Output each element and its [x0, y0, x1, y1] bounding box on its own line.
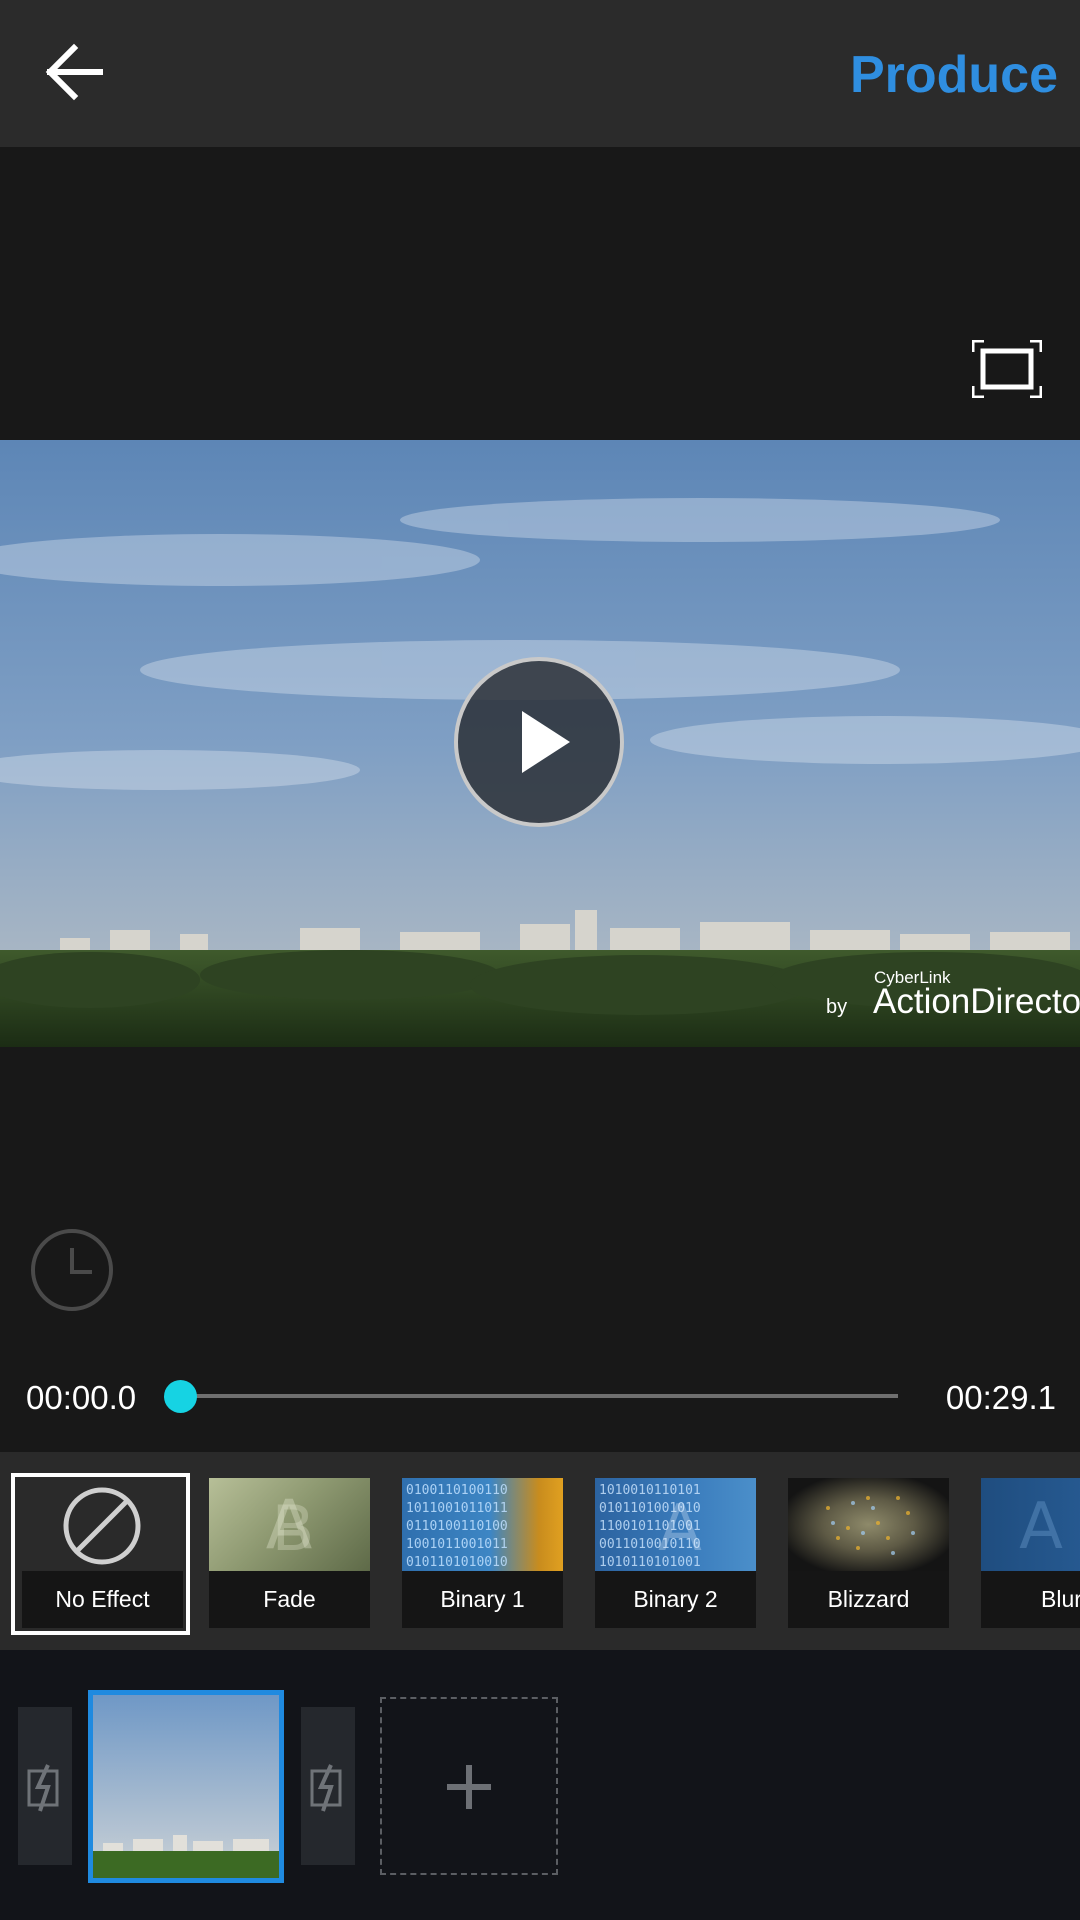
effect-thumbnail: A B — [209, 1478, 370, 1571]
watermark-name: ActionDirector — [873, 982, 1080, 1021]
effect-binary-1[interactable]: 0100110100110 1011001011011 011010011010… — [402, 1478, 563, 1628]
play-button[interactable] — [454, 657, 624, 827]
total-duration: 00:29.1 — [945, 1379, 1056, 1416]
effect-label: Fade — [209, 1571, 370, 1628]
effect-label: Binary 1 — [402, 1571, 563, 1628]
fullscreen-button[interactable] — [971, 339, 1043, 399]
effect-no-effect[interactable]: No Effect — [11, 1473, 190, 1635]
arrow-left-icon — [45, 43, 103, 101]
clip-thumbnail-image — [93, 1695, 279, 1878]
duration-button[interactable] — [30, 1228, 114, 1312]
plus-icon — [447, 1765, 491, 1809]
effects-strip: No Effect A B Fade 0100110100110 1011001… — [0, 1452, 1080, 1650]
effect-label: No Effect — [22, 1571, 183, 1628]
top-bar: Produce — [0, 0, 1080, 147]
seek-knob[interactable] — [164, 1380, 197, 1413]
fullscreen-icon — [971, 339, 1043, 399]
effect-fade[interactable]: A B Fade — [209, 1478, 370, 1628]
svg-text:0101101010010: 0101101010010 — [406, 1555, 508, 1570]
effect-thumbnail — [22, 1478, 183, 1571]
fade-preview-icon: A B — [266, 1486, 315, 1565]
svg-text:1011001011011: 1011001011011 — [406, 1501, 508, 1516]
effect-label: Blizzard — [788, 1571, 949, 1628]
svg-text:B: B — [272, 1492, 315, 1565]
effect-thumbnail: A — [981, 1478, 1080, 1571]
svg-text:0110100110100: 0110100110100 — [406, 1519, 508, 1534]
effect-thumbnail — [788, 1478, 949, 1571]
timeline-clip[interactable] — [88, 1690, 284, 1883]
binary-preview-icon: 0100110100110 1011001011011 011010011010… — [406, 1483, 508, 1570]
svg-text:1001011001011: 1001011001011 — [406, 1537, 508, 1552]
effect-thumbnail: 1010010110101 0101101001010 110010110100… — [595, 1478, 756, 1571]
effect-blur[interactable]: A Blur — [981, 1478, 1080, 1628]
transition-icon — [310, 1764, 342, 1812]
current-time: 00:00.0 — [26, 1379, 137, 1416]
svg-text:A: A — [1019, 1490, 1063, 1564]
effect-label: Blur — [981, 1571, 1080, 1628]
effect-label: Binary 2 — [595, 1571, 756, 1628]
watermark-by: by — [826, 996, 848, 1018]
produce-button[interactable]: Produce — [850, 40, 1058, 110]
binary-preview-icon: 1010010110101 0101101001010 110010110100… — [599, 1483, 702, 1570]
transition-button-before[interactable] — [18, 1707, 72, 1865]
seek-bar[interactable] — [180, 1394, 898, 1398]
play-icon — [522, 711, 570, 773]
effect-blizzard[interactable]: Blizzard — [788, 1478, 949, 1628]
no-effect-icon — [63, 1487, 141, 1565]
add-clip-button[interactable] — [380, 1697, 558, 1875]
svg-text:0100110100110: 0100110100110 — [406, 1483, 508, 1498]
blur-preview-icon: A — [1019, 1490, 1063, 1564]
svg-text:A: A — [658, 1492, 702, 1566]
watermark: CyberLink by ActionDirector — [826, 968, 1080, 1028]
effect-binary-2[interactable]: 1010010110101 0101101001010 110010110100… — [595, 1478, 756, 1628]
back-button[interactable] — [38, 36, 110, 108]
transition-button-after[interactable] — [301, 1707, 355, 1865]
effect-thumbnail: 0100110100110 1011001011011 011010011010… — [402, 1478, 563, 1571]
clock-icon — [31, 1229, 113, 1311]
transition-icon — [27, 1764, 59, 1812]
blizzard-preview-icon — [826, 1496, 915, 1555]
